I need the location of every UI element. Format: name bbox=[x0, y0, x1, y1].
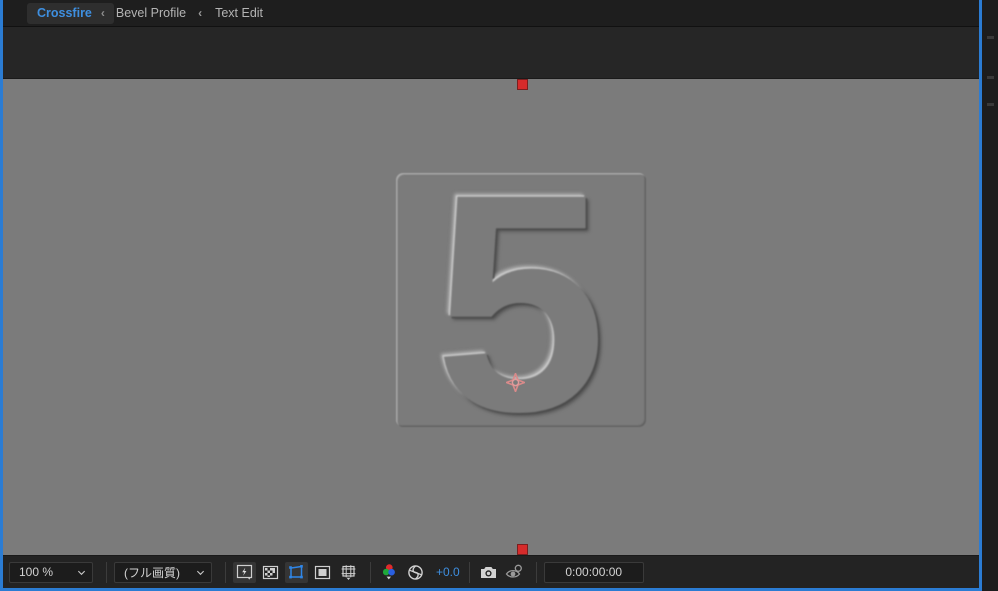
chevron-left-icon: ‹ bbox=[198, 7, 202, 19]
viewer-toolbar: 100 % (フル画質) bbox=[3, 555, 979, 588]
chevron-down-icon bbox=[77, 568, 86, 577]
mask-path-icon bbox=[288, 564, 305, 581]
resolution-quality-select[interactable]: (フル画質) bbox=[114, 562, 212, 583]
breadcrumb-item-crossfire[interactable]: Crossfire ‹ bbox=[27, 3, 114, 24]
resolution-quality-value: (フル画質) bbox=[124, 564, 180, 581]
toolbar-separator bbox=[370, 562, 371, 583]
gutter-tick bbox=[987, 76, 994, 79]
breadcrumb-label-text-edit: Text Edit bbox=[215, 6, 263, 20]
take-snapshot-button[interactable] bbox=[477, 562, 500, 583]
toggle-rulers-guides-button[interactable] bbox=[337, 562, 360, 583]
rgb-channels-icon bbox=[380, 563, 399, 582]
gutter-tick bbox=[987, 36, 994, 39]
zoom-level-select[interactable]: 100 % bbox=[9, 562, 93, 583]
breadcrumb: Crossfire ‹ Bevel Profile ‹ Text Edit bbox=[3, 0, 979, 27]
breadcrumb-label-bevel-profile: Bevel Profile bbox=[116, 6, 186, 20]
show-channel-button[interactable] bbox=[378, 562, 401, 583]
grid-guides-icon bbox=[340, 564, 357, 581]
breadcrumb-item-text-edit[interactable]: Text Edit bbox=[213, 3, 265, 24]
beveled-text-artwork: 5 bbox=[388, 171, 653, 436]
chevron-left-icon[interactable]: ‹ bbox=[101, 7, 105, 19]
camera-icon bbox=[479, 564, 498, 581]
chevron-down-icon bbox=[196, 568, 205, 577]
region-of-interest-marker-bottom[interactable] bbox=[517, 544, 528, 555]
gutter-tick bbox=[987, 103, 994, 106]
title-action-safe-icon bbox=[314, 564, 331, 581]
viewer-canvas[interactable]: 5 bbox=[3, 79, 979, 555]
breadcrumb-label-crossfire: Crossfire bbox=[37, 6, 92, 20]
aperture-icon bbox=[407, 564, 424, 581]
lightning-bolt-icon bbox=[236, 564, 253, 581]
anchor-point-icon[interactable] bbox=[506, 373, 525, 392]
toggle-transparency-grid-button[interactable] bbox=[259, 562, 282, 583]
glyph-character: 5 bbox=[388, 171, 653, 436]
zoom-level-value: 100 % bbox=[19, 565, 53, 579]
toolbar-separator bbox=[106, 562, 107, 583]
toggle-safe-zones-button[interactable] bbox=[311, 562, 334, 583]
panel-right-gutter bbox=[982, 0, 998, 591]
adjust-exposure-button[interactable] bbox=[404, 562, 427, 583]
show-snapshot-button[interactable] bbox=[503, 562, 526, 583]
toggle-mask-shape-visibility-button[interactable] bbox=[285, 562, 308, 583]
checkerboard-icon bbox=[262, 564, 279, 581]
exposure-value[interactable]: +0.0 bbox=[436, 565, 460, 579]
breadcrumb-item-bevel-profile[interactable]: Bevel Profile bbox=[114, 3, 188, 24]
fast-previews-button[interactable] bbox=[233, 562, 256, 583]
current-time-display[interactable]: 0:00:00:00 bbox=[544, 562, 644, 583]
composition-viewer-panel: Crossfire ‹ Bevel Profile ‹ Text Edit 5 bbox=[0, 0, 982, 591]
region-of-interest-marker-top[interactable] bbox=[517, 79, 528, 90]
viewer-top-band bbox=[3, 27, 979, 79]
toolbar-separator bbox=[469, 562, 470, 583]
show-snapshot-icon bbox=[505, 564, 524, 581]
toolbar-separator bbox=[536, 562, 537, 583]
toolbar-separator bbox=[225, 562, 226, 583]
current-time-value: 0:00:00:00 bbox=[565, 565, 622, 579]
